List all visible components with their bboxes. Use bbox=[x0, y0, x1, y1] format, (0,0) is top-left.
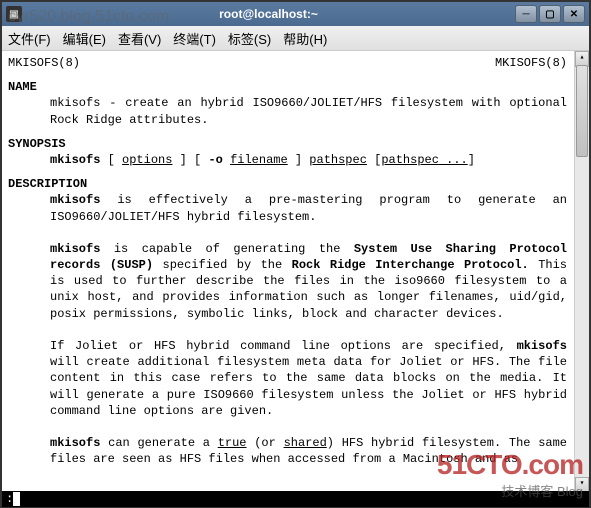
app-icon: ▣ bbox=[6, 6, 22, 22]
syn-pathspec2: pathspec bbox=[381, 153, 439, 167]
close-button[interactable]: ✕ bbox=[563, 5, 585, 23]
syn-o-flag: -o bbox=[208, 153, 222, 167]
terminal-area[interactable]: MKISOFS(8) MKISOFS(8) NAME mkisofs - cre… bbox=[2, 51, 589, 507]
menu-help[interactable]: 帮助(H) bbox=[283, 29, 327, 48]
maximize-button[interactable]: ▢ bbox=[539, 5, 561, 23]
minimize-button[interactable]: ─ bbox=[515, 5, 537, 23]
menu-terminal[interactable]: 终端(T) bbox=[173, 29, 216, 48]
syn-options: options bbox=[122, 153, 172, 167]
name-text: mkisofs - create an hybrid ISO9660/JOLIE… bbox=[50, 95, 567, 127]
manpage-content: MKISOFS(8) MKISOFS(8) NAME mkisofs - cre… bbox=[8, 55, 583, 468]
syn-pathspec: pathspec bbox=[309, 153, 367, 167]
menu-file[interactable]: 文件(F) bbox=[8, 29, 51, 48]
section-name: NAME bbox=[8, 79, 567, 95]
menu-tabs[interactable]: 标签(S) bbox=[228, 29, 271, 48]
syn-cmd: mkisofs bbox=[50, 153, 100, 167]
synopsis-line: mkisofs [ options ] [ -o filename ] path… bbox=[50, 152, 567, 168]
vertical-scrollbar[interactable]: ▴ ▾ bbox=[574, 51, 589, 493]
desc-p1: mkisofs is effectively a pre-mastering p… bbox=[50, 192, 567, 224]
scroll-thumb[interactable] bbox=[576, 65, 588, 157]
man-header-right: MKISOFS(8) bbox=[495, 55, 567, 71]
menu-edit[interactable]: 编辑(E) bbox=[63, 29, 106, 48]
scroll-track[interactable] bbox=[575, 65, 589, 479]
menu-view[interactable]: 查看(V) bbox=[118, 29, 161, 48]
window-titlebar: ▣ root@localhost:~ ─ ▢ ✕ bbox=[2, 2, 589, 26]
syn-filename: filename bbox=[230, 153, 288, 167]
menu-bar: 文件(F) 编辑(E) 查看(V) 终端(T) 标签(S) 帮助(H) bbox=[2, 26, 589, 51]
section-synopsis: SYNOPSIS bbox=[8, 136, 567, 152]
desc-p2: mkisofs is capable of generating the Sys… bbox=[50, 241, 567, 322]
window-controls: ─ ▢ ✕ bbox=[515, 5, 585, 23]
man-header-left: MKISOFS(8) bbox=[8, 55, 80, 71]
desc-p4: mkisofs can generate a true (or shared) … bbox=[50, 435, 567, 467]
section-description: DESCRIPTION bbox=[8, 176, 567, 192]
desc-p3: If Joliet or HFS hybrid command line opt… bbox=[50, 338, 567, 419]
syn-dots: ... bbox=[439, 153, 468, 167]
pager-status-line[interactable]: : bbox=[2, 491, 589, 507]
window-title: root@localhost:~ bbox=[22, 7, 515, 21]
